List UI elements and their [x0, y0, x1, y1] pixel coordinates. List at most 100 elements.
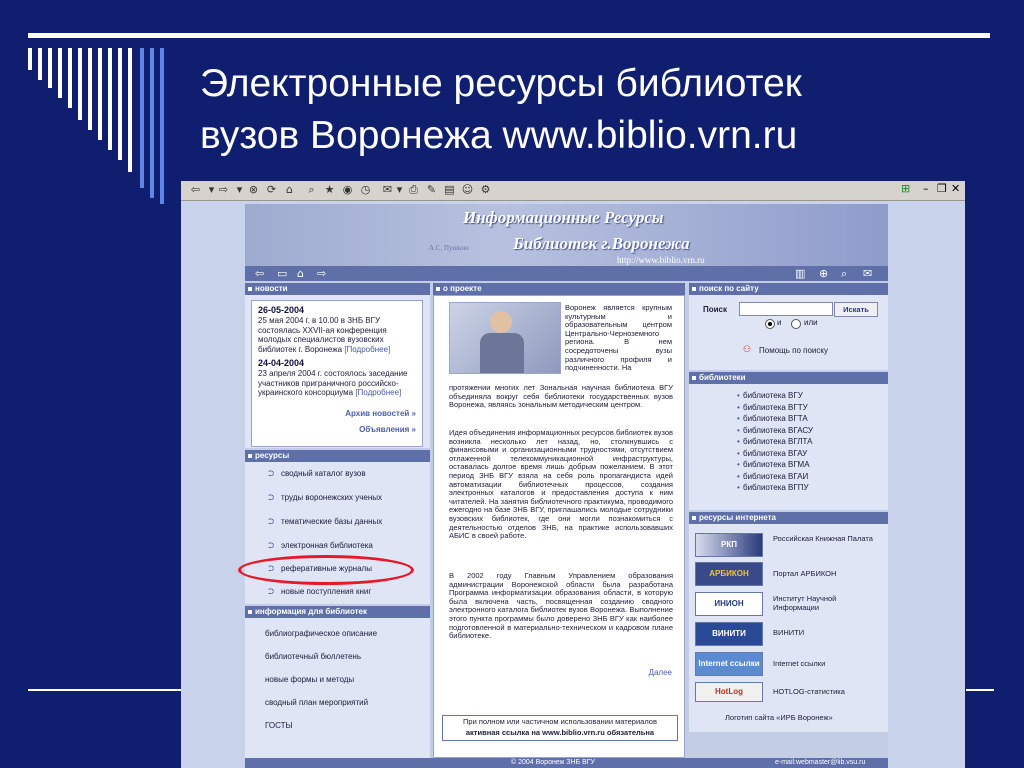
- close-icon[interactable]: ✕: [951, 182, 960, 195]
- library-link[interactable]: библиотека ВГАСУ: [737, 426, 813, 435]
- resource-link[interactable]: новые поступления книг: [268, 587, 371, 597]
- news-text: 23 апреля 2004 г. состоялось заседание у…: [258, 369, 408, 397]
- internet-link[interactable]: HOTLOG-статистика: [773, 687, 873, 696]
- library-link[interactable]: библиотека ВГУ: [737, 391, 803, 400]
- info-link[interactable]: сводный план мероприятий: [265, 698, 368, 707]
- library-link[interactable]: библиотека ВГАУ: [737, 449, 807, 458]
- library-link[interactable]: библиотека ВГМА: [737, 460, 810, 469]
- news-box: 26-05-2004 25 мая 2004 г. в 10.00 в ЗНБ …: [251, 300, 423, 447]
- library-link[interactable]: библиотека ВГТУ: [737, 403, 808, 412]
- forward-icon[interactable]: ⇨: [217, 183, 230, 197]
- arbicon-logo[interactable]: АРБИКОН: [695, 562, 763, 586]
- internet-header: ресурсы интернета: [689, 512, 888, 524]
- about-paragraph-3: В 2002 году Главным Управлением образова…: [449, 571, 673, 641]
- search-input[interactable]: [739, 302, 833, 316]
- site-banner: А.С. Пушкин Информационные Ресурсы Библи…: [245, 204, 888, 266]
- about-photo: [449, 302, 561, 374]
- slide-top-line: [28, 33, 990, 38]
- media-icon[interactable]: ◉: [341, 183, 354, 197]
- browser-window: ⇦ ▾ ⇨ ▾ ⊗ ⟳ ⌂ ⌕ ★ ◉ ◷ ✉ ▾ ⎙ ✎ ▤ ☺ ⚙ ⊞ – …: [181, 181, 965, 768]
- info-link[interactable]: новые формы и методы: [265, 675, 354, 684]
- site-logotype-link[interactable]: Логотип сайта «ИРБ Воронеж»: [725, 713, 833, 722]
- banner-title-line1: Информационные Ресурсы: [463, 208, 664, 227]
- internet-link[interactable]: Институт Научной Информации: [773, 594, 873, 612]
- resource-link[interactable]: сводный каталог вузов: [268, 469, 366, 479]
- discuss-icon[interactable]: ▤: [443, 183, 456, 197]
- internet-links-logo[interactable]: Internet ссылки: [695, 652, 763, 676]
- resource-link[interactable]: тематические базы данных: [268, 517, 382, 527]
- website: А.С. Пушкин Информационные Ресурсы Библи…: [245, 204, 888, 768]
- search-header: поиск по сайту: [689, 283, 888, 295]
- mail-icon[interactable]: ✉: [863, 267, 872, 280]
- hotlog-logo[interactable]: HotLog: [695, 682, 763, 702]
- library-link[interactable]: библиотека ВГАИ: [737, 472, 808, 481]
- stop-icon[interactable]: ⊗: [247, 183, 260, 197]
- about-panel: Воронеж является крупным культурным и об…: [433, 295, 685, 758]
- library-link[interactable]: библиотека ВГЛТА: [737, 437, 813, 446]
- search-panel: Поиск Искать и или ⚇ Помощь по поиску: [689, 295, 888, 370]
- tools-icon[interactable]: ⚙: [479, 183, 492, 197]
- back-icon[interactable]: ⇦: [255, 267, 264, 280]
- messenger-icon[interactable]: ☺: [461, 183, 474, 197]
- info-link[interactable]: библиографическое описание: [265, 629, 377, 638]
- back-icon[interactable]: ⇦: [189, 183, 202, 197]
- news-more-link[interactable]: [Подробнее]: [344, 345, 390, 354]
- dropdown-icon[interactable]: ▾: [393, 183, 406, 197]
- library-link[interactable]: библиотека ВГТА: [737, 414, 808, 423]
- resource-link[interactable]: труды воронежских ученых: [268, 493, 382, 503]
- info-link[interactable]: ГОСТЫ: [265, 721, 293, 730]
- news-date: 24-04-2004: [258, 358, 305, 368]
- dropdown-icon[interactable]: ▾: [233, 183, 246, 197]
- print-icon[interactable]: ⎙: [407, 183, 420, 197]
- internet-link[interactable]: Портал АРБИКОН: [773, 569, 873, 578]
- radio-and[interactable]: [765, 319, 775, 329]
- news-archive-link[interactable]: Архив новостей »: [345, 409, 416, 418]
- folder-icon[interactable]: ▭: [277, 267, 287, 280]
- windows-logo-icon: ⊞: [901, 182, 911, 195]
- libraries-header: библиотеки: [689, 372, 888, 384]
- viniti-logo[interactable]: ВИНИТИ: [695, 622, 763, 646]
- book-icon[interactable]: ▥: [795, 267, 805, 280]
- slide-title-line2: вузов Воронежа www.biblio.vrn.ru: [200, 114, 798, 157]
- search-button[interactable]: Искать: [834, 302, 878, 317]
- news-header: новости: [245, 283, 430, 295]
- edit-icon[interactable]: ✎: [425, 183, 438, 197]
- library-link[interactable]: библиотека ВГПУ: [737, 483, 809, 492]
- internet-link[interactable]: Internet ссылки: [773, 659, 873, 668]
- info-header: информация для библиотек: [245, 606, 430, 618]
- search-help-link[interactable]: Помощь по поиску: [759, 346, 828, 355]
- radio-or[interactable]: [791, 319, 801, 329]
- search-icon[interactable]: ⌕: [305, 183, 318, 197]
- banner-title-line2: Библиотек г.Воронежа: [513, 234, 690, 253]
- search-icon[interactable]: ⌕: [841, 267, 847, 281]
- browser-toolbar: ⇦ ▾ ⇨ ▾ ⊗ ⟳ ⌂ ⌕ ★ ◉ ◷ ✉ ▾ ⎙ ✎ ▤ ☺ ⚙: [181, 181, 965, 201]
- home-icon[interactable]: ⌂: [283, 183, 296, 197]
- about-more-link[interactable]: Далее: [649, 668, 672, 677]
- about-paragraph-1a: Воронеж является крупным культурным и об…: [565, 303, 672, 373]
- slide-bottom-line-right: [966, 689, 994, 691]
- refresh-icon[interactable]: ⟳: [265, 183, 278, 197]
- rkp-logo[interactable]: РКП: [695, 533, 763, 557]
- home-icon[interactable]: ⌂: [297, 267, 304, 280]
- resource-link[interactable]: электронная библиотека: [268, 541, 373, 551]
- site-nav-row: ⇦ ▭ ⌂ ⇨ ▥ ⊕ ⌕ ✉: [245, 266, 888, 281]
- news-panel: 26-05-2004 25 мая 2004 г. в 10.00 в ЗНБ …: [245, 295, 430, 448]
- news-more-link[interactable]: [Подробнее]: [355, 388, 401, 397]
- footer-email[interactable]: e-mail:webmaster@lib.vsu.ru: [775, 758, 865, 768]
- info-link[interactable]: библиотечный бюллетень: [265, 652, 361, 661]
- libraries-panel: библиотека ВГУ библиотека ВГТУ библиотек…: [689, 384, 888, 510]
- sitemap-icon[interactable]: ⊕: [819, 267, 828, 280]
- news-text: 25 мая 2004 г. в 10.00 в ЗНБ ВГУ состоял…: [258, 316, 391, 354]
- slide-title: Электронные ресурсы библиотек вузов Воро…: [200, 58, 980, 162]
- inion-logo[interactable]: ИНИОН: [695, 592, 763, 616]
- favorites-icon[interactable]: ★: [323, 183, 336, 197]
- restore-icon[interactable]: ❐: [937, 182, 947, 195]
- news-ads-link[interactable]: Объявления »: [359, 425, 416, 434]
- internet-link[interactable]: Российская Книжная Палата: [773, 534, 873, 543]
- history-icon[interactable]: ◷: [359, 183, 372, 197]
- forward-icon[interactable]: ⇨: [317, 267, 326, 280]
- minimize-icon[interactable]: –: [923, 182, 929, 195]
- internet-link[interactable]: ВИНИТИ: [773, 628, 873, 637]
- footer-copyright: © 2004 Воронеж ЗНБ ВГУ: [511, 759, 596, 766]
- about-notice: При полном или частичном использовании м…: [442, 715, 678, 741]
